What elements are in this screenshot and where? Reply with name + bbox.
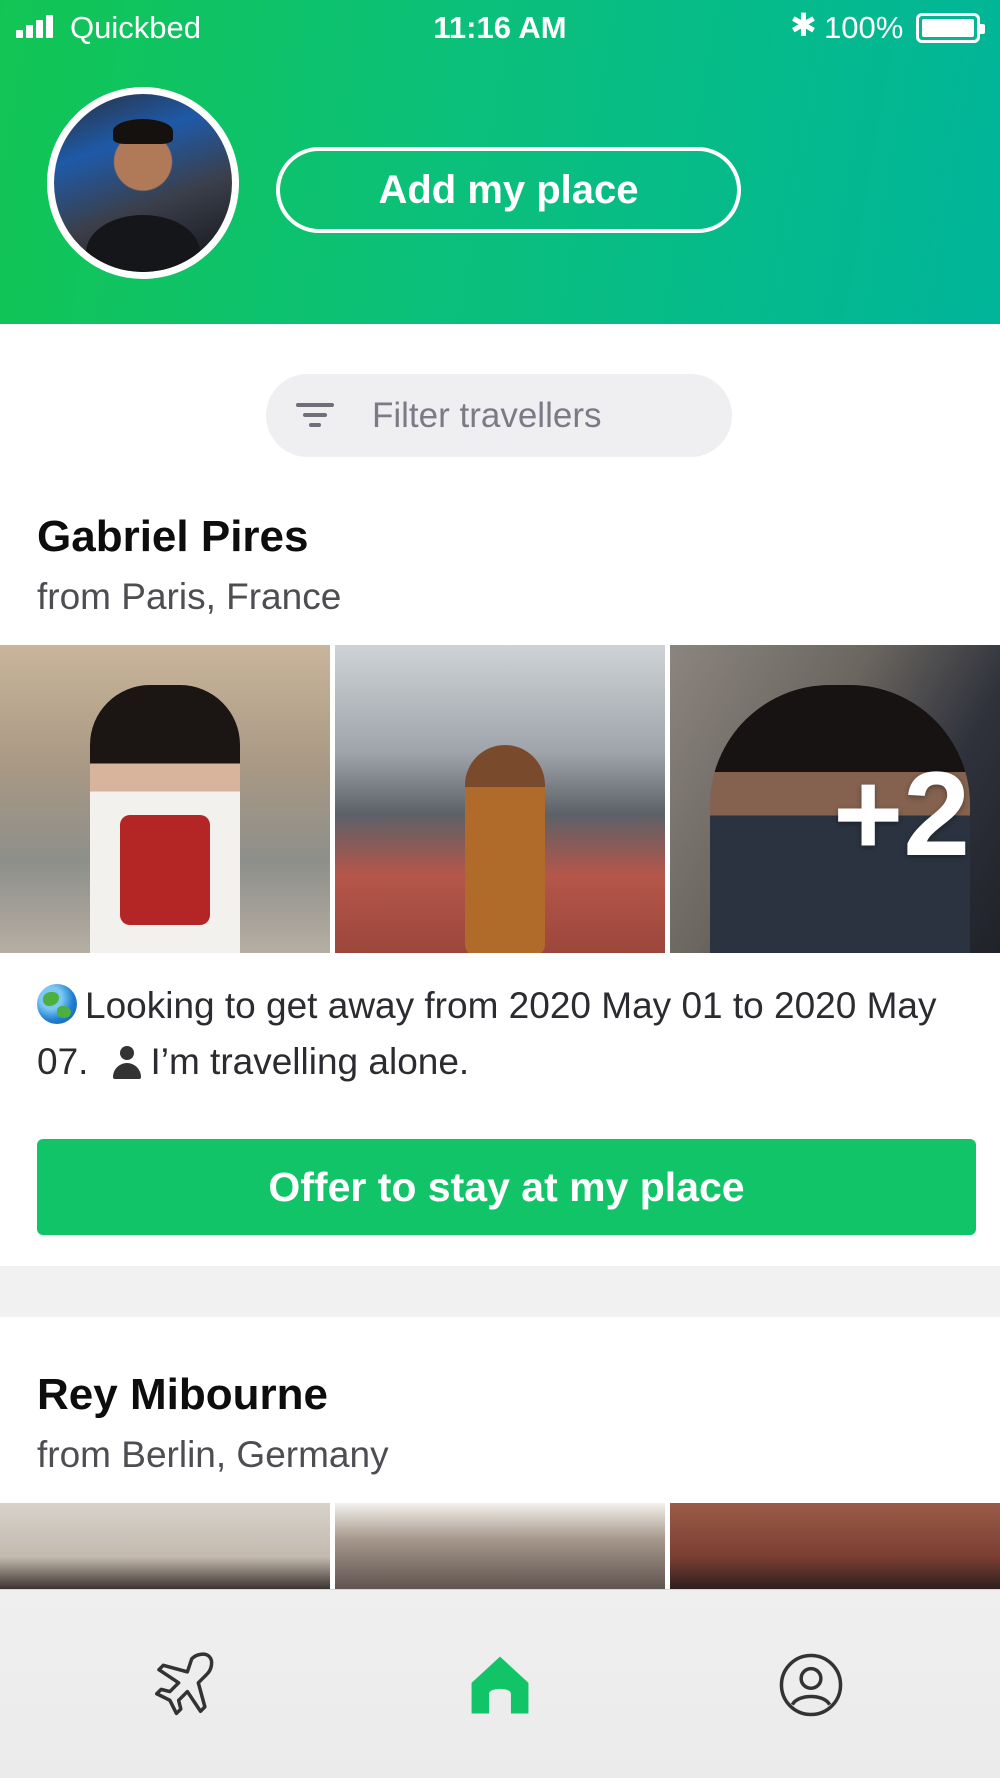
- more-photos-count: +2: [833, 747, 970, 881]
- airplane-icon: [155, 1652, 214, 1716]
- traveller-photo[interactable]: [335, 645, 665, 953]
- photo-detail: [120, 815, 210, 925]
- traveller-photos: [0, 1503, 1000, 1593]
- trip-description: Looking to get away from 2020 May 01 to …: [37, 978, 937, 1090]
- offer-stay-button[interactable]: Offer to stay at my place: [37, 1139, 976, 1235]
- traveller-photo[interactable]: [0, 645, 330, 953]
- companions-text: I’m travelling alone.: [150, 1041, 470, 1082]
- header: Quickbed 11:16 AM ✱ 100% Add my place: [0, 0, 1000, 324]
- add-my-place-button[interactable]: Add my place: [276, 147, 741, 233]
- avatar-shirt: [86, 215, 200, 272]
- profile-photo: [54, 94, 232, 272]
- traveller-name[interactable]: Rey Mibourne: [37, 1370, 328, 1420]
- traveller-photo[interactable]: [335, 1503, 665, 1593]
- traveller-photo[interactable]: [670, 1503, 1000, 1593]
- photo-subject: [465, 745, 545, 953]
- filter-travellers-button[interactable]: Filter travellers: [266, 374, 732, 457]
- tab-profile[interactable]: [776, 1650, 846, 1720]
- traveller-name[interactable]: Gabriel Pires: [37, 512, 308, 562]
- avatar-hair: [112, 118, 174, 144]
- battery-icon: [916, 13, 985, 43]
- battery-level: [922, 19, 974, 37]
- globe-icon: [37, 984, 77, 1024]
- traveller-photo[interactable]: [0, 1503, 330, 1593]
- section-divider: [0, 1266, 1000, 1317]
- traveller-photo-more[interactable]: +2: [670, 645, 1000, 953]
- traveller-photos: +2: [0, 645, 1000, 953]
- filter-icon: [296, 403, 334, 429]
- bluetooth-icon: ✱: [790, 7, 817, 43]
- profile-icon: [779, 1653, 843, 1717]
- tab-trips[interactable]: [148, 1650, 218, 1720]
- tab-home[interactable]: [465, 1650, 535, 1720]
- battery-percent: 100%: [824, 10, 904, 45]
- home-icon: [471, 1656, 529, 1714]
- person-icon: [110, 1044, 144, 1080]
- tab-bar: [0, 1589, 1000, 1778]
- user-avatar[interactable]: [47, 87, 239, 279]
- traveller-origin: from Berlin, Germany: [37, 1434, 389, 1475]
- traveller-origin: from Paris, France: [37, 576, 342, 617]
- filter-label: Filter travellers: [372, 396, 602, 435]
- status-bar: Quickbed 11:16 AM ✱ 100%: [0, 0, 1000, 56]
